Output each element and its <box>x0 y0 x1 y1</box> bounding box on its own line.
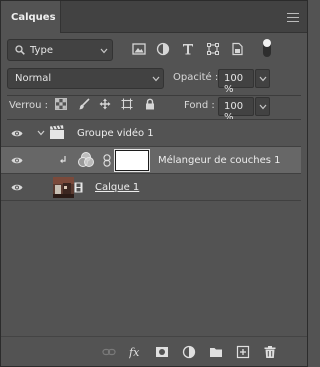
layer-name[interactable]: Calque 1 <box>95 182 139 193</box>
clipping-arrow-icon <box>60 156 66 164</box>
chevron-down-icon <box>259 104 267 110</box>
filter-toggle-switch[interactable] <box>263 39 271 57</box>
new-adjustment-layer-icon[interactable] <box>182 345 196 359</box>
type-layer-filter-icon[interactable] <box>181 42 195 56</box>
chevron-down-icon <box>100 48 108 54</box>
link-chain-icon[interactable] <box>103 154 111 167</box>
layer-row[interactable]: Groupe vidéo 1 <box>1 120 301 147</box>
layer-filter-select[interactable]: Type <box>7 39 113 61</box>
visibility-eye-icon[interactable] <box>11 156 23 165</box>
link-layers-icon[interactable] <box>102 345 116 359</box>
layer-name[interactable]: Groupe vidéo 1 <box>77 128 154 139</box>
fill-dropdown-button[interactable] <box>255 97 270 116</box>
lock-image-pixels-icon[interactable] <box>78 98 90 110</box>
layer-style-fx-icon[interactable]: fx <box>129 345 143 359</box>
blend-mode-value: Normal <box>15 73 52 84</box>
lock-position-icon[interactable] <box>99 98 111 110</box>
opacity-label: Opacité : <box>173 72 219 83</box>
lock-transparent-pixels-icon[interactable] <box>55 98 67 110</box>
lock-label: Verrou : <box>9 100 49 111</box>
layer-mask-thumbnail[interactable] <box>114 149 150 172</box>
lock-artboard-icon[interactable] <box>121 98 133 110</box>
panel-menu-icon[interactable] <box>287 13 299 22</box>
smart-object-filter-icon[interactable] <box>230 42 244 56</box>
svg-text:fx: fx <box>129 346 140 359</box>
shape-layer-filter-icon[interactable] <box>206 42 220 56</box>
visibility-eye-icon[interactable] <box>11 183 23 192</box>
layers-panel: Calques Type Normal Opacité: 100 % Verr… <box>0 0 308 367</box>
tab-layers[interactable]: Calques <box>1 1 61 33</box>
panel-tab-bar: Calques <box>1 1 307 33</box>
layers-list: Groupe vidéo 1 Mélangeur de couches 1 Ca… <box>1 120 307 337</box>
layer-name[interactable]: Mélangeur de couches 1 <box>158 155 281 166</box>
channel-mixer-icon <box>78 152 94 167</box>
new-layer-icon[interactable] <box>236 345 250 359</box>
delete-layer-trash-icon[interactable] <box>263 345 277 359</box>
panel-bottom-bar: fx <box>1 336 307 366</box>
visibility-eye-icon[interactable] <box>11 129 23 138</box>
new-group-folder-icon[interactable] <box>209 345 223 359</box>
add-mask-icon[interactable] <box>155 345 169 359</box>
chevron-down-icon <box>259 76 267 82</box>
layer-row-selected[interactable]: Mélangeur de couches 1 <box>1 147 301 174</box>
filter-kind-value: Type <box>30 45 53 56</box>
opacity-input[interactable]: 100 % <box>218 69 254 95</box>
lock-all-icon[interactable] <box>144 98 156 110</box>
fill-input[interactable]: 100 % <box>218 97 254 123</box>
fill-label: Fond : <box>184 100 215 111</box>
adjustment-layer-filter-icon[interactable] <box>156 42 170 56</box>
opacity-dropdown-button[interactable] <box>255 69 270 88</box>
pixel-layer-filter-icon[interactable] <box>132 42 146 56</box>
video-film-icon <box>74 182 83 193</box>
video-group-icon <box>50 125 64 139</box>
chevron-down-icon <box>152 76 160 82</box>
expand-chevron-icon[interactable] <box>37 130 45 136</box>
divider <box>7 95 301 96</box>
layer-image-thumbnail[interactable] <box>53 177 74 198</box>
search-icon <box>15 45 25 55</box>
layer-row[interactable]: Calque 1 <box>1 174 301 201</box>
blend-mode-select[interactable]: Normal <box>7 68 164 89</box>
